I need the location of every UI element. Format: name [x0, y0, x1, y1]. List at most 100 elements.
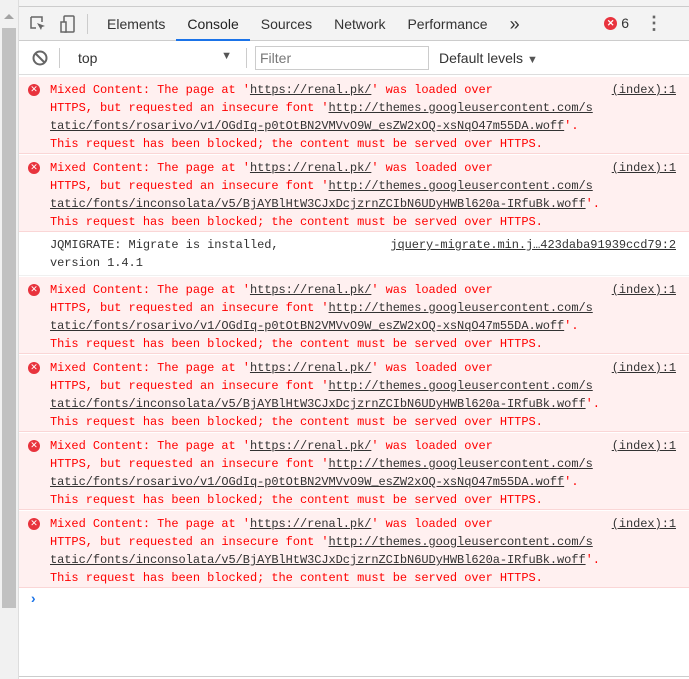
- console-toolbar: top ▼ Default levels ▼: [19, 41, 689, 75]
- log-levels-dropdown[interactable]: Default levels ▼: [439, 50, 538, 66]
- message-text: This request has been blocked; the conte…: [50, 337, 543, 351]
- dropdown-arrow-icon: ▼: [221, 49, 232, 62]
- source-link[interactable]: (index):1: [612, 81, 676, 99]
- tab-network[interactable]: Network: [323, 7, 396, 41]
- message-text: ' was loaded over: [371, 517, 493, 531]
- console-message: ✕ (index):1 Mixed Content: The page at 'ht…: [19, 276, 689, 354]
- error-icon: ✕: [28, 440, 40, 452]
- font-url-link[interactable]: http://themes.googleusercontent.com/s: [329, 457, 593, 471]
- message-text: '.: [564, 319, 579, 333]
- console-message: ✕ (index):1 Mixed Content: The page at 'ht…: [19, 432, 689, 510]
- message-text: '.: [585, 397, 600, 411]
- message-text: '.: [585, 553, 600, 567]
- font-url-link[interactable]: tatic/fonts/inconsolata/v5/BjAYBlHtW3CJx…: [50, 553, 586, 567]
- scroll-up-arrow-icon[interactable]: [4, 14, 14, 19]
- source-link[interactable]: (index):1: [612, 281, 676, 299]
- message-text: HTTPS, but requested an insecure font ': [50, 301, 329, 315]
- source-link[interactable]: (index):1: [612, 437, 676, 455]
- font-url-link[interactable]: tatic/fonts/inconsolata/v5/BjAYBlHtW3CJx…: [50, 397, 586, 411]
- more-tabs-button[interactable]: »: [499, 7, 531, 41]
- levels-label: Default levels: [439, 49, 524, 66]
- tab-sources[interactable]: Sources: [250, 7, 323, 41]
- console-message: jquery-migrate.min.j…423daba91939ccd79:2…: [19, 232, 689, 276]
- message-text: ' was loaded over: [371, 283, 493, 297]
- console-messages: ✕ (index):1 Mixed Content: The page at 'ht…: [19, 76, 689, 612]
- message-text: This request has been blocked; the conte…: [50, 137, 543, 151]
- console-message: ✕ (index):1 Mixed Content: The page at 'ht…: [19, 76, 689, 154]
- font-url-link[interactable]: http://themes.googleusercontent.com/s: [329, 379, 593, 393]
- message-text: '.: [585, 197, 600, 211]
- divider: [19, 676, 689, 677]
- font-url-link[interactable]: tatic/fonts/rosarivo/v1/OGdIq-p0tOtBN2VM…: [50, 475, 564, 489]
- font-url-link[interactable]: tatic/fonts/rosarivo/v1/OGdIq-p0tOtBN2VM…: [50, 319, 564, 333]
- font-url-link[interactable]: http://themes.googleusercontent.com/s: [329, 535, 593, 549]
- inspect-element-icon[interactable]: [27, 13, 49, 35]
- error-icon: ✕: [604, 16, 618, 30]
- scrollbar-thumb[interactable]: [2, 28, 16, 608]
- error-counter[interactable]: ✕ 6: [604, 15, 629, 31]
- message-text: Mixed Content: The page at ': [50, 161, 250, 175]
- page-url-link[interactable]: https://renal.pk/: [250, 439, 371, 453]
- source-link[interactable]: (index):1: [612, 359, 676, 377]
- message-text: ' was loaded over: [371, 83, 493, 97]
- message-text: Mixed Content: The page at ': [50, 517, 250, 531]
- font-url-link[interactable]: tatic/fonts/inconsolata/v5/BjAYBlHtW3CJx…: [50, 197, 586, 211]
- source-link[interactable]: jquery-migrate.min.j…423daba91939ccd79:2: [390, 236, 676, 254]
- message-text: version 1.4.1: [50, 256, 143, 270]
- page-url-link[interactable]: https://renal.pk/: [250, 517, 371, 531]
- font-url-link[interactable]: tatic/fonts/rosarivo/v1/OGdIq-p0tOtBN2VM…: [50, 119, 564, 133]
- font-url-link[interactable]: http://themes.googleusercontent.com/s: [329, 301, 593, 315]
- message-text: Mixed Content: The page at ': [50, 283, 250, 297]
- error-count: 6: [621, 15, 629, 31]
- message-text: ' was loaded over: [371, 161, 493, 175]
- divider: [59, 47, 60, 68]
- page-url-link[interactable]: https://renal.pk/: [250, 361, 371, 375]
- tab-console[interactable]: Console: [176, 7, 250, 41]
- context-value: top: [78, 49, 98, 66]
- console-prompt[interactable]: ›: [19, 588, 689, 612]
- source-link[interactable]: (index):1: [612, 159, 676, 177]
- message-text: HTTPS, but requested an insecure font ': [50, 179, 329, 193]
- error-icon: ✕: [28, 518, 40, 530]
- console-message: ✕ (index):1 Mixed Content: The page at 'ht…: [19, 354, 689, 432]
- page-url-link[interactable]: https://renal.pk/: [250, 83, 371, 97]
- font-url-link[interactable]: http://themes.googleusercontent.com/s: [329, 179, 593, 193]
- page-url-link[interactable]: https://renal.pk/: [250, 283, 371, 297]
- dropdown-arrow-icon: ▼: [526, 53, 538, 66]
- error-icon: ✕: [28, 162, 40, 174]
- divider: [87, 13, 88, 34]
- device-toolbar-icon[interactable]: [57, 13, 79, 35]
- message-text: '.: [564, 475, 579, 489]
- console-message: ✕ (index):1 Mixed Content: The page at 'ht…: [19, 154, 689, 232]
- filter-input[interactable]: [255, 45, 429, 70]
- tab-performance[interactable]: Performance: [396, 7, 498, 41]
- message-text: This request has been blocked; the conte…: [50, 571, 543, 585]
- page-scrollbar[interactable]: [0, 0, 19, 679]
- message-text: This request has been blocked; the conte…: [50, 415, 543, 429]
- error-icon: ✕: [28, 84, 40, 96]
- page-url-link[interactable]: https://renal.pk/: [250, 161, 371, 175]
- message-text: This request has been blocked; the conte…: [50, 493, 543, 507]
- message-text: HTTPS, but requested an insecure font ': [50, 101, 329, 115]
- more-options-icon[interactable]: ⋮: [645, 13, 663, 34]
- error-icon: ✕: [28, 284, 40, 296]
- context-selector[interactable]: top ▼: [68, 50, 238, 66]
- clear-console-icon[interactable]: [29, 47, 51, 69]
- divider: [246, 47, 247, 68]
- message-text: This request has been blocked; the conte…: [50, 215, 543, 229]
- font-url-link[interactable]: http://themes.googleusercontent.com/s: [329, 101, 593, 115]
- console-message: ✕ (index):1 Mixed Content: The page at 'ht…: [19, 510, 689, 588]
- tab-elements[interactable]: Elements: [96, 7, 176, 41]
- message-text: '.: [564, 119, 579, 133]
- message-text: HTTPS, but requested an insecure font ': [50, 457, 329, 471]
- message-text: HTTPS, but requested an insecure font ': [50, 379, 329, 393]
- message-text: Mixed Content: The page at ': [50, 439, 250, 453]
- message-text: Mixed Content: The page at ': [50, 361, 250, 375]
- message-text: ' was loaded over: [371, 439, 493, 453]
- error-icon: ✕: [28, 362, 40, 374]
- message-text: ' was loaded over: [371, 361, 493, 375]
- source-link[interactable]: (index):1: [612, 515, 676, 533]
- message-text: Mixed Content: The page at ': [50, 83, 250, 97]
- message-text: JQMIGRATE: Migrate is installed,: [50, 238, 279, 252]
- message-text: HTTPS, but requested an insecure font ': [50, 535, 329, 549]
